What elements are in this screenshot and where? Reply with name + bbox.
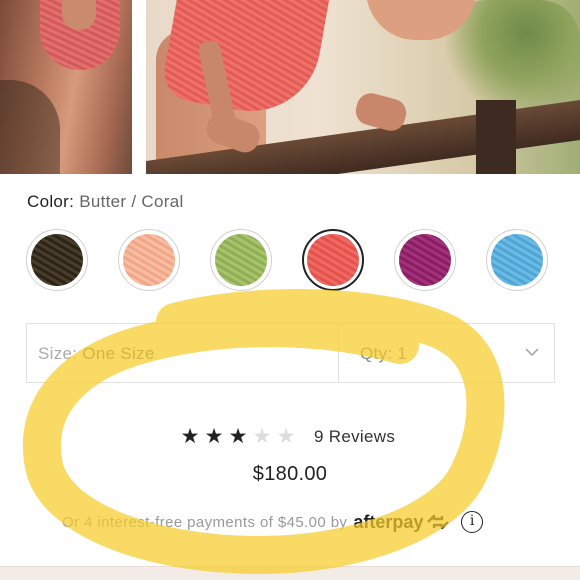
bottom-bar — [0, 566, 580, 580]
size-qty-selector: Size: One Size Qty: 1 — [26, 323, 555, 383]
info-icon[interactable]: i — [461, 511, 484, 533]
afterpay-logo: afterpay — [353, 511, 424, 532]
swatch-brown[interactable] — [26, 229, 88, 291]
swatch-green[interactable] — [210, 229, 272, 291]
afterpay-loop-icon — [427, 514, 450, 530]
swatch-blue[interactable] — [486, 229, 548, 291]
size-label: Size: — [38, 344, 78, 363]
product-photos — [0, 0, 580, 174]
color-label: Color: — [27, 192, 75, 211]
reviews-link[interactable]: 9 Reviews — [314, 427, 395, 447]
product-photo-right[interactable] — [146, 0, 580, 174]
afterpay-row: Or 4 interest-free payments of $45.00 by… — [62, 510, 484, 534]
color-swatches — [26, 229, 556, 291]
chevron-down-icon[interactable] — [524, 344, 540, 360]
size-value: One Size — [82, 344, 155, 363]
price: $180.00 — [252, 463, 328, 485]
star-empty-icon: ★ — [252, 425, 272, 448]
selector-divider — [338, 324, 339, 382]
star-icon: ★ — [180, 425, 200, 448]
swatch-coral[interactable] — [302, 229, 364, 291]
afterpay-amount: $45.00 — [277, 513, 327, 531]
star-icon: ★ — [228, 425, 248, 448]
color-value: Butter / Coral — [79, 192, 184, 211]
star-empty-icon: ★ — [276, 425, 296, 448]
swatch-peach[interactable] — [118, 229, 180, 291]
afterpay-prefix: Or 4 interest-free payments of — [62, 513, 274, 531]
color-row: Color: Butter / Coral — [27, 192, 184, 212]
product-photo-left[interactable] — [0, 0, 132, 174]
qty-select[interactable]: Qty: 1 — [360, 344, 407, 364]
star-icon: ★ — [204, 425, 224, 448]
swatch-magenta[interactable] — [394, 229, 456, 291]
size-select[interactable]: Size: One Size — [38, 344, 155, 364]
afterpay-by: by — [330, 513, 348, 531]
rating-row: ★ ★ ★ ★ ★ 9 Reviews — [178, 425, 395, 449]
